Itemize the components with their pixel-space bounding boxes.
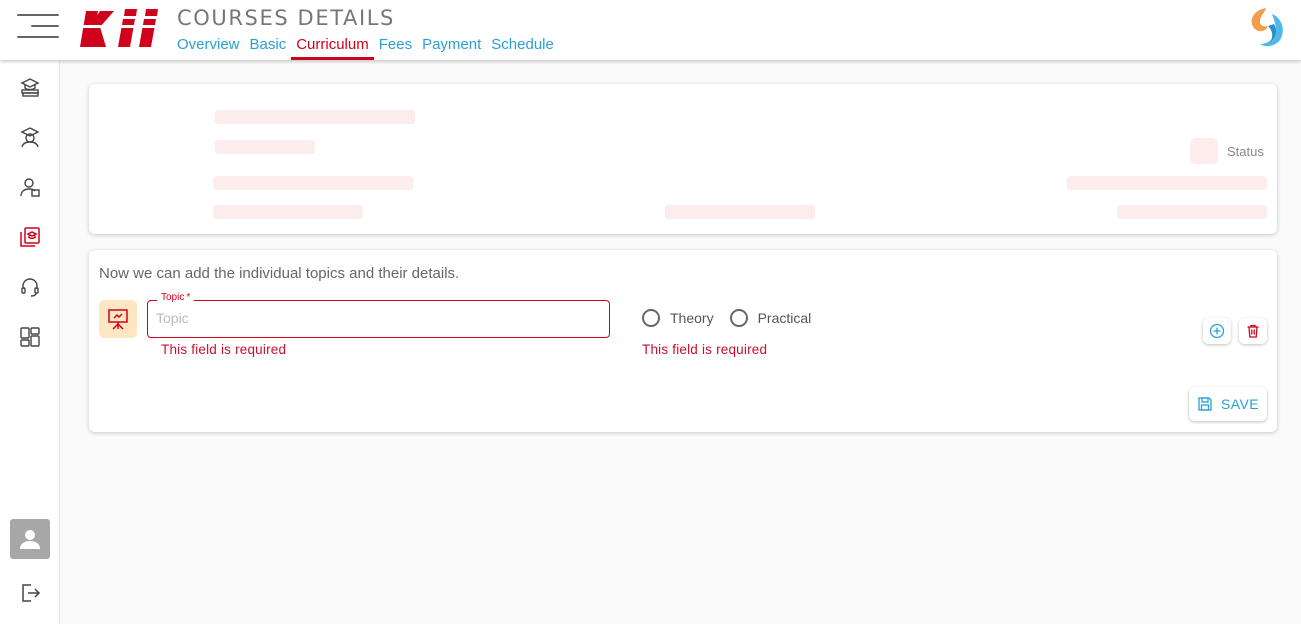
skeleton-line [213, 205, 363, 219]
curriculum-card: Now we can add the individual topics and… [89, 250, 1277, 432]
curriculum-intro-text: Now we can add the individual topics and… [99, 265, 460, 282]
save-button-label: SAVE [1221, 396, 1259, 412]
user-avatar-icon[interactable] [10, 519, 50, 559]
topic-input[interactable] [156, 310, 596, 326]
skeleton-line [1117, 205, 1267, 219]
trash-icon [1247, 324, 1259, 338]
page-title: COURSES DETAILS [177, 6, 395, 30]
required-mark: * [186, 292, 191, 303]
course-tabs: Overview Basic Curriculum Fees Payment S… [177, 36, 559, 60]
radio-theory-label: Theory [670, 310, 714, 326]
skeleton-line [665, 205, 815, 219]
tab-payment[interactable]: Payment [417, 36, 486, 60]
skeleton-line [215, 110, 415, 124]
skeleton-line [215, 140, 315, 154]
skeleton-line [1067, 176, 1267, 190]
add-topic-button[interactable] [1203, 318, 1231, 344]
kii-logo [76, 9, 166, 49]
status-label: Status [1227, 144, 1264, 159]
topic-type-radio-group: Theory Practical [642, 309, 827, 327]
tab-schedule[interactable]: Schedule [486, 36, 559, 60]
topic-field: Topic * [147, 292, 610, 338]
radio-circle-theory[interactable] [642, 309, 660, 327]
plus-circle-icon [1209, 323, 1225, 339]
headset-icon[interactable] [19, 276, 41, 298]
top-header: COURSES DETAILS Overview Basic Curriculu… [0, 0, 1301, 60]
type-error-message: This field is required [642, 342, 768, 357]
tab-basic[interactable]: Basic [245, 36, 292, 60]
sidebar [0, 60, 60, 624]
floppy-disk-icon [1198, 397, 1212, 411]
topic-error-message: This field is required [161, 342, 287, 357]
radio-circle-practical[interactable] [729, 309, 748, 327]
skeleton-status-toggle [1190, 138, 1218, 164]
dashboard-grid-icon[interactable] [19, 326, 41, 348]
skeleton-line [213, 176, 413, 190]
presentation-board-icon [99, 300, 137, 338]
brand-logo-icon [1246, 6, 1288, 48]
courses-icon[interactable] [19, 226, 41, 248]
menu-toggle-icon[interactable] [17, 14, 59, 38]
radio-practical-label: Practical [757, 310, 812, 326]
save-button[interactable]: SAVE [1189, 387, 1267, 421]
graduation-books-icon[interactable] [19, 76, 41, 98]
topic-label-text: Topic [161, 292, 185, 303]
radio-practical[interactable]: Practical [729, 309, 812, 327]
tab-overview[interactable]: Overview [177, 36, 245, 60]
student-icon[interactable] [19, 126, 41, 148]
delete-topic-button[interactable] [1239, 318, 1267, 344]
tab-curriculum[interactable]: Curriculum [291, 36, 374, 60]
tab-fees[interactable]: Fees [374, 36, 417, 60]
course-summary-card: Status [89, 84, 1277, 234]
radio-theory[interactable]: Theory [642, 309, 714, 327]
topic-label: Topic * [157, 292, 195, 303]
teacher-icon[interactable] [19, 176, 41, 198]
logout-icon[interactable] [19, 582, 41, 604]
